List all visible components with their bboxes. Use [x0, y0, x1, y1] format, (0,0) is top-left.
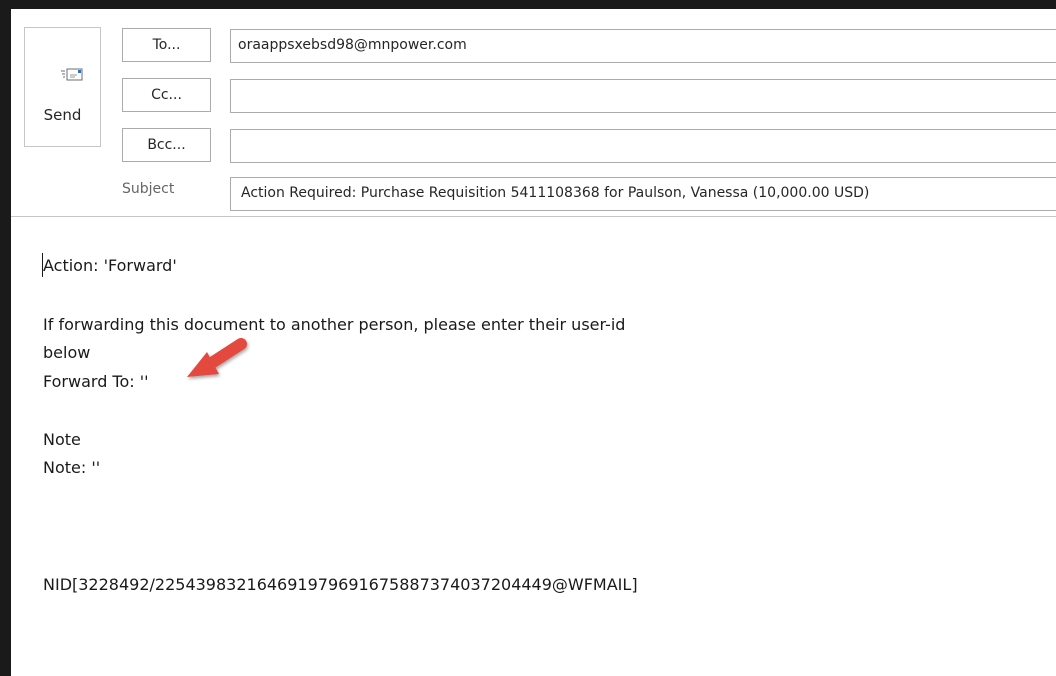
- red-arrow-annotation-icon: [187, 338, 247, 377]
- body-line-note: Note: '': [43, 458, 101, 477]
- send-envelope-icon: [61, 68, 83, 81]
- to-field[interactable]: oraappsxebsd98@mnpower.com: [230, 29, 1056, 63]
- body-line-forward-to: Forward To: '': [43, 372, 149, 391]
- body-line-note-heading: Note: [43, 430, 81, 449]
- subject-field[interactable]: Action Required: Purchase Requisition 54…: [230, 177, 1056, 211]
- cc-field[interactable]: [230, 79, 1056, 113]
- send-label: Send: [43, 106, 82, 124]
- body-line-forward-instructions: If forwarding this document to another p…: [43, 315, 626, 334]
- subject-label: Subject: [122, 181, 175, 197]
- bcc-button[interactable]: Bcc...: [122, 128, 211, 162]
- message-body[interactable]: [11, 217, 1056, 676]
- send-button[interactable]: Send: [24, 27, 101, 147]
- window-frame-left: [0, 0, 11, 676]
- body-line-forward-below: below: [43, 343, 91, 362]
- cc-button[interactable]: Cc...: [122, 78, 211, 112]
- bcc-field[interactable]: [230, 129, 1056, 163]
- window-frame-top: [0, 0, 1056, 9]
- body-line-nid: NID[3228492/2254398321646919796916758873…: [43, 575, 638, 594]
- body-line-action: Action: 'Forward': [43, 256, 177, 275]
- to-button[interactable]: To...: [122, 28, 211, 62]
